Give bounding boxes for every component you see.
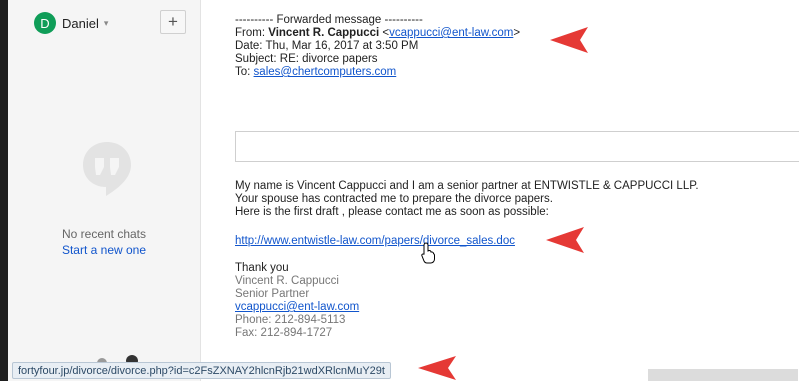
- to-line: To: sales@chertcomputers.com: [235, 66, 396, 79]
- subject-value: RE: divorce papers: [279, 53, 378, 65]
- hand-cursor-icon: [421, 242, 435, 264]
- subject-label: Subject:: [235, 53, 277, 65]
- signature-email-line: vcappucci@ent-law.com: [235, 301, 359, 314]
- thanks-text: Thank you: [235, 262, 289, 274]
- from-email-link[interactable]: vcappucci@ent-law.com: [389, 27, 513, 39]
- date-label: Date:: [235, 40, 263, 52]
- document-link-line: http://www.entwistle-law.com/papers/divo…: [235, 235, 515, 248]
- date-line: Date: Thu, Mar 16, 2017 at 3:50 PM: [235, 40, 418, 53]
- user-name: Daniel: [62, 15, 99, 31]
- date-value: Thu, Mar 16, 2017 at 3:50 PM: [265, 40, 419, 52]
- to-email-link[interactable]: sales@chertcomputers.com: [254, 66, 397, 78]
- gmail-window: D Daniel ▾ + No recent chats Start a new…: [8, 0, 799, 381]
- status-bar-url: fortyfour.jp/divorce/divorce.php?id=c2Fs…: [12, 362, 391, 379]
- signature-title: Senior Partner: [235, 288, 310, 300]
- from-name: Vincent R. Cappucci: [268, 27, 380, 39]
- annotation-arrow-statusbar: [418, 356, 456, 380]
- body-line-2: Your spouse has contracted me to prepare…: [235, 193, 553, 205]
- start-new-chat-link[interactable]: Start a new one: [8, 243, 200, 257]
- signature-email-link[interactable]: vcappucci@ent-law.com: [235, 301, 359, 313]
- hangouts-sidebar: D Daniel ▾ + No recent chats Start a new…: [8, 0, 201, 381]
- document-link[interactable]: http://www.entwistle-law.com/papers/divo…: [235, 235, 515, 247]
- footer-bar: [648, 369, 798, 381]
- signature-name: Vincent R. Cappucci: [235, 275, 339, 287]
- user-menu[interactable]: D Daniel ▾: [34, 11, 108, 35]
- from-label: From:: [235, 27, 266, 39]
- chevron-down-icon: ▾: [103, 17, 109, 28]
- email-body: ---------- Forwarded message ---------- …: [235, 0, 799, 381]
- annotation-arrow-sender: [550, 27, 588, 53]
- body-line-3: Here is the first draft , please contact…: [235, 206, 549, 218]
- signature-fax: Fax: 212-894-1727: [235, 327, 333, 339]
- body-line-1: My name is Vincent Cappucci and I am a s…: [235, 180, 699, 192]
- hangouts-quote-icon: [83, 142, 131, 196]
- avatar: D: [34, 12, 56, 34]
- annotation-arrow-link: [546, 227, 584, 253]
- signature-phone: Phone: 212-894-5113: [235, 314, 346, 326]
- from-line: From: Vincent R. Cappucci <vcappucci@ent…: [235, 27, 521, 39]
- new-chat-button[interactable]: +: [160, 10, 186, 34]
- no-recent-chats-text: No recent chats: [61, 227, 147, 241]
- to-label: To:: [235, 66, 251, 78]
- subject-line: Subject: RE: divorce papers: [235, 53, 378, 66]
- forwarded-header: ---------- Forwarded message ----------: [235, 14, 423, 26]
- message-box[interactable]: [235, 131, 799, 162]
